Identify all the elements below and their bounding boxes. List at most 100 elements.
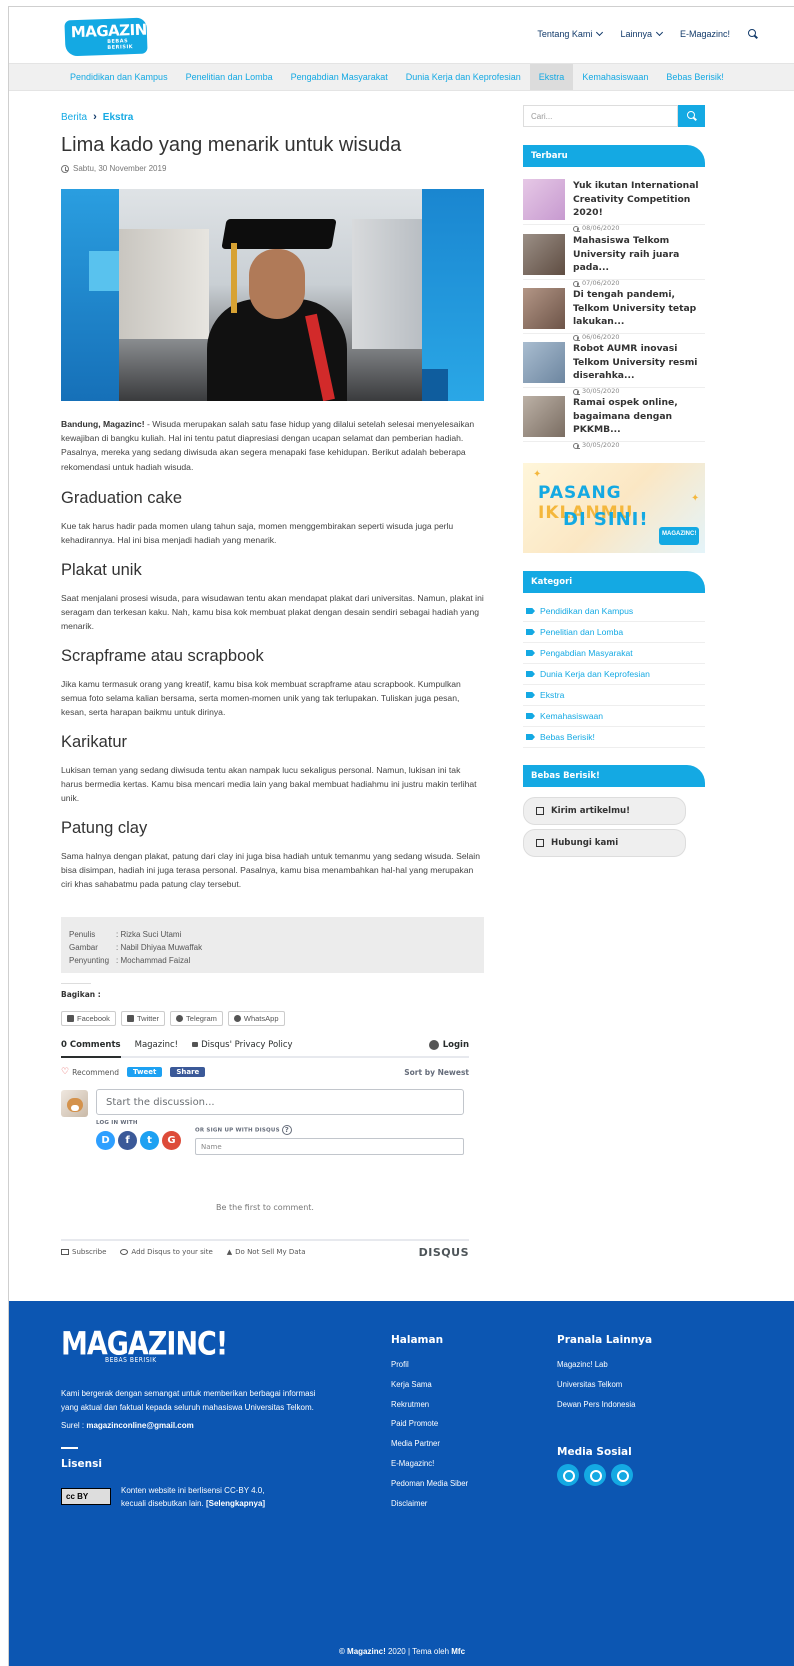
tag-icon [526, 650, 535, 656]
disqus-footer: Subscribe Add Disqus to your site ▲ Do No… [61, 1239, 469, 1259]
contact-button[interactable]: Hubungi kami [523, 829, 686, 857]
category-label: Ekstra [540, 690, 565, 700]
footer-page-link[interactable]: Media Partner [391, 1434, 468, 1454]
email-link[interactable]: magazinconline@gmail.com [86, 1421, 193, 1430]
subscribe-link[interactable]: Subscribe [61, 1248, 106, 1256]
instagram-icon[interactable] [584, 1464, 606, 1486]
latest-post-item[interactable]: Yuk ikutan International Creativity Comp… [523, 175, 705, 232]
footer-external-link[interactable]: Universitas Telkom [557, 1375, 635, 1395]
disqus-login-icon[interactable]: D [96, 1131, 115, 1150]
catnav-bebas-berisik[interactable]: Bebas Berisik! [657, 64, 733, 90]
photo-mortarboard [221, 219, 337, 249]
post-info: Robot AUMR inovasi Telkom University res… [573, 342, 701, 395]
sidebar-search-button[interactable] [678, 105, 705, 127]
category-item[interactable]: Pengabdian Masyarakat [523, 643, 705, 664]
latest-post-item[interactable]: Di tengah pandemi, Telkom University tet… [523, 284, 705, 341]
catnav-penelitian[interactable]: Penelitian dan Lomba [177, 64, 282, 90]
catnav-dunia-kerja[interactable]: Dunia Kerja dan Keprofesian [397, 64, 530, 90]
category-item[interactable]: Ekstra [523, 685, 705, 706]
sort-dropdown[interactable]: Sort by Newest [404, 1068, 469, 1077]
share-telegram-button[interactable]: Telegram [170, 1011, 223, 1026]
post-title: Ramai ospek online, bagaimana dengan PKK… [573, 397, 678, 436]
share-facebook-button[interactable]: Facebook [61, 1011, 116, 1026]
tweet-button[interactable]: Tweet [127, 1067, 163, 1077]
footer-links-list: Magazinc! Lab Universitas Telkom Dewan P… [557, 1355, 635, 1414]
section-text: Saat menjalani prosesi wisuda, para wisu… [61, 593, 484, 632]
theme-author-link[interactable]: Mfc [451, 1647, 465, 1656]
google-login-icon[interactable]: G [162, 1131, 181, 1150]
discussion-input[interactable]: Start the discussion... [96, 1089, 464, 1115]
twitter-login-icon[interactable]: t [140, 1131, 159, 1150]
breadcrumb-root[interactable]: Berita [61, 112, 87, 123]
latest-post-item[interactable]: Ramai ospek online, bagaimana dengan PKK… [523, 392, 705, 449]
post-title: Yuk ikutan International Creativity Comp… [573, 180, 699, 219]
ad-headline-a: PASANG [538, 483, 622, 503]
catnav-ekstra[interactable]: Ekstra [529, 64, 574, 90]
category-item[interactable]: Bebas Berisik! [523, 727, 705, 748]
tag-icon [526, 692, 535, 698]
ad-subline: DI SINI! [563, 509, 649, 530]
breadcrumb-current[interactable]: Ekstra [103, 112, 134, 123]
footer-page-link[interactable]: E-Magazinc! [391, 1454, 468, 1474]
facebook-share-button[interactable]: Share [170, 1067, 206, 1077]
tab-comments[interactable]: 0 Comments [61, 1040, 121, 1058]
facebook-icon[interactable] [557, 1464, 579, 1486]
share-whatsapp-button[interactable]: WhatsApp [227, 1011, 285, 1026]
footer-page-link[interactable]: Disclaimer [391, 1494, 468, 1514]
tab-site[interactable]: Magazinc! [135, 1040, 178, 1056]
nav-tentang-kami[interactable]: Tentang Kami [537, 28, 604, 39]
nav-lainnya[interactable]: Lainnya [620, 28, 664, 39]
graduate-photo [119, 189, 422, 401]
category-list: Pendidikan dan Kampus Penelitian dan Lom… [523, 601, 705, 748]
submit-article-text: Kirim artikelmu! [551, 806, 631, 816]
help-icon[interactable]: ? [281, 1125, 292, 1135]
footer-logo[interactable]: MAGAZINC! BEBAS BERISIK [61, 1326, 228, 1364]
latest-post-item[interactable]: Mahasiswa Telkom University raih juara p… [523, 230, 705, 287]
recommend-text: Recommend [72, 1067, 120, 1077]
credit-value: : Rizka Suci Utami [116, 930, 182, 939]
catnav-pengabdian[interactable]: Pengabdian Masyarakat [282, 64, 397, 90]
footer-external-link[interactable]: Magazinc! Lab [557, 1355, 635, 1375]
line-icon[interactable] [611, 1464, 633, 1486]
tag-icon [526, 734, 535, 740]
cc-license-badge[interactable]: cc BY [61, 1488, 111, 1505]
post-thumbnail [523, 396, 565, 437]
category-item[interactable]: Penelitian dan Lomba [523, 622, 705, 643]
site-logo[interactable]: MAGAZINC! BEBAS BERISIK [64, 17, 164, 57]
post-title: Mahasiswa Telkom University raih juara p… [573, 235, 680, 274]
add-disqus-link[interactable]: Add Disqus to your site [120, 1248, 213, 1256]
footer-page-link[interactable]: Paid Promote [391, 1414, 468, 1434]
advertisement-banner[interactable]: ✦ ✦ PASANG IKLANMU DI SINI! MAGAZINC! [523, 463, 705, 553]
tag-icon [526, 629, 535, 635]
search-icon[interactable] [748, 29, 757, 38]
facebook-icon [67, 1015, 74, 1022]
facebook-login-icon[interactable]: f [118, 1131, 137, 1150]
login-button[interactable]: Login [429, 1040, 469, 1056]
sidebar-search-input[interactable]: Cari... [523, 105, 678, 127]
footer-external-link[interactable]: Dewan Pers Indonesia [557, 1395, 635, 1415]
category-item[interactable]: Pendidikan dan Kampus [523, 601, 705, 622]
section-heading: Graduation cake [61, 489, 183, 507]
catnav-kemahasiswaan[interactable]: Kemahasiswaan [573, 64, 657, 90]
credit-row: Penulis: Rizka Suci Utami [69, 928, 476, 941]
footer-page-link[interactable]: Rekrutmen [391, 1395, 468, 1415]
footer-page-link[interactable]: Kerja Sama [391, 1375, 468, 1395]
nav-emagazinc[interactable]: E-Magazinc! [680, 29, 730, 39]
submit-article-button[interactable]: Kirim artikelmu! [523, 797, 686, 825]
lead-dateline: Bandung, Magazinc! [61, 419, 145, 429]
recommend-button[interactable]: ♡ Recommend [61, 1067, 119, 1077]
latest-post-item[interactable]: Robot AUMR inovasi Telkom University res… [523, 338, 705, 395]
post-info: Ramai ospek online, bagaimana dengan PKK… [573, 396, 701, 449]
disqus-brand[interactable]: DISQUS [419, 1246, 469, 1259]
catnav-pendidikan[interactable]: Pendidikan dan Kampus [61, 64, 177, 90]
category-item[interactable]: Kemahasiswaan [523, 706, 705, 727]
share-twitter-button[interactable]: Twitter [120, 1011, 166, 1026]
do-not-sell-link[interactable]: ▲ Do Not Sell My Data [227, 1248, 306, 1256]
privacy-link[interactable]: Disqus' Privacy Policy [192, 1040, 293, 1056]
category-item[interactable]: Dunia Kerja dan Keprofesian [523, 664, 705, 685]
footer-page-link[interactable]: Profil [391, 1355, 468, 1375]
post-info: Yuk ikutan International Creativity Comp… [573, 179, 701, 232]
footer-page-link[interactable]: Pedoman Media Siber [391, 1474, 468, 1494]
license-more-link[interactable]: [Selengkapnya] [206, 1499, 265, 1508]
name-input[interactable]: Name [195, 1138, 464, 1155]
